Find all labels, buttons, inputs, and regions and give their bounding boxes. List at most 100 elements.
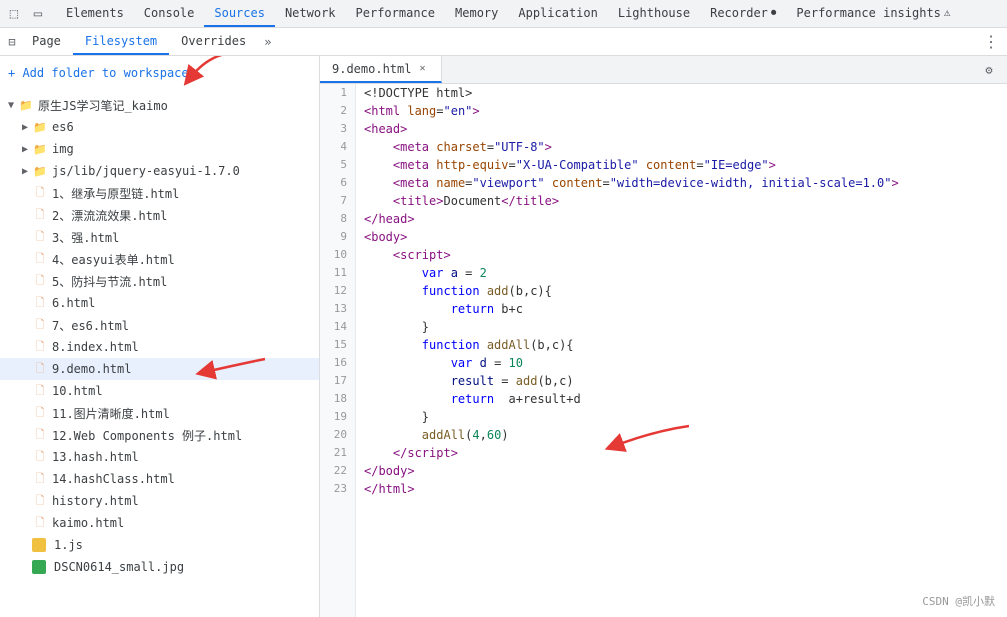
- tab-close-button[interactable]: ✕: [415, 62, 429, 76]
- ln-5: 5: [320, 156, 355, 174]
- ln-13: 13: [320, 300, 355, 318]
- ln-15: 15: [320, 336, 355, 354]
- arrow-annotation-3: [594, 421, 694, 461]
- img-folder-name: img: [52, 142, 74, 156]
- file-5-name: 5、防抖与节流.html: [52, 273, 167, 290]
- nav-console[interactable]: Console: [134, 0, 205, 27]
- file-1[interactable]: ▶ 🗋 1、继承与原型链.html: [0, 182, 319, 204]
- code-line-1: <!DOCTYPE html>: [364, 84, 1007, 102]
- inspect-icon[interactable]: ⬚: [4, 4, 24, 24]
- nav-recorder[interactable]: Recorder ⏺: [700, 0, 786, 27]
- tab-filesystem[interactable]: Filesystem: [73, 28, 169, 55]
- code-line-13: return b+c: [364, 300, 1007, 318]
- folder-img[interactable]: ▶ 📁 img: [0, 138, 319, 160]
- html-icon-6: 🗋: [32, 295, 48, 311]
- file-9[interactable]: ▶ 🗋 9.demo.html: [0, 358, 319, 380]
- code-line-14: }: [364, 318, 1007, 336]
- file-kaimo-name: kaimo.html: [52, 516, 124, 530]
- html-icon-2: 🗋: [32, 207, 48, 223]
- file-js[interactable]: ▶ 1.js: [0, 534, 319, 556]
- html-icon-14: 🗋: [32, 471, 48, 487]
- nav-performance-insights[interactable]: Performance insights ⚠: [786, 0, 960, 27]
- editor-settings-icon[interactable]: ⚙: [979, 60, 999, 80]
- watermark: CSDN @凯小默: [922, 593, 995, 609]
- file-11[interactable]: ▶ 🗋 11.图片清晰度.html: [0, 402, 319, 424]
- file-7[interactable]: ▶ 🗋 7、es6.html: [0, 314, 319, 336]
- file-6[interactable]: ▶ 🗋 6.html: [0, 292, 319, 314]
- nav-sources[interactable]: Sources: [204, 0, 275, 27]
- editor-tabs: 9.demo.html ✕ ⚙: [320, 56, 1007, 84]
- ln-11: 11: [320, 264, 355, 282]
- file-img[interactable]: ▶ DSCN0614_small.jpg: [0, 556, 319, 578]
- insights-icon: ⚠: [944, 6, 951, 19]
- html-icon-8: 🗋: [32, 339, 48, 355]
- file-14[interactable]: ▶ 🗋 14.hashClass.html: [0, 468, 319, 490]
- file-2-name: 2、漂流流效果.html: [52, 207, 167, 224]
- ln-23: 23: [320, 480, 355, 498]
- html-icon-3: 🗋: [32, 229, 48, 245]
- html-icon-1: 🗋: [32, 185, 48, 201]
- top-icons: ⬚ ▭: [4, 4, 48, 24]
- folder-jquery[interactable]: ▶ 📁 js/lib/jquery-easyui-1.7.0: [0, 160, 319, 182]
- root-folder[interactable]: ▼ 📁 原生JS学习笔记_kaimo: [0, 94, 319, 116]
- more-tabs-button[interactable]: »: [258, 28, 277, 55]
- nav-memory[interactable]: Memory: [445, 0, 508, 27]
- collapse-icon[interactable]: ⊟: [4, 34, 20, 50]
- code-editor[interactable]: 1 2 3 4 5 6 7 8 9 10 11 12 13 14 15 16 1…: [320, 84, 1007, 617]
- file-4[interactable]: ▶ 🗋 4、easyui表单.html: [0, 248, 319, 270]
- file-10-name: 10.html: [52, 384, 103, 398]
- file-13[interactable]: ▶ 🗋 13.hash.html: [0, 446, 319, 468]
- nav-network[interactable]: Network: [275, 0, 346, 27]
- code-line-15: function addAll(b,c){: [364, 336, 1007, 354]
- code-line-16: var d = 10: [364, 354, 1007, 372]
- file-13-name: 13.hash.html: [52, 450, 139, 464]
- tab-overrides[interactable]: Overrides: [169, 28, 258, 55]
- code-line-3: <head>: [364, 120, 1007, 138]
- ln-8: 8: [320, 210, 355, 228]
- device-icon[interactable]: ▭: [28, 4, 48, 24]
- arrow-annotation-1: [180, 56, 240, 88]
- folder-es6[interactable]: ▶ 📁 es6: [0, 116, 319, 138]
- right-panel: 9.demo.html ✕ ⚙ 1 2 3 4 5 6 7 8 9 10 11: [320, 56, 1007, 617]
- more-options-button[interactable]: ⋮: [979, 30, 1003, 54]
- file-kaimo[interactable]: ▶ 🗋 kaimo.html: [0, 512, 319, 534]
- nav-elements[interactable]: Elements: [56, 0, 134, 27]
- ln-6: 6: [320, 174, 355, 192]
- editor-tab-label: 9.demo.html: [332, 62, 411, 76]
- code-line-10: <script>: [364, 246, 1007, 264]
- file-2[interactable]: ▶ 🗋 2、漂流流效果.html: [0, 204, 319, 226]
- ln-9: 9: [320, 228, 355, 246]
- file-5[interactable]: ▶ 🗋 5、防抖与节流.html: [0, 270, 319, 292]
- file-4-name: 4、easyui表单.html: [52, 251, 175, 268]
- ln-14: 14: [320, 318, 355, 336]
- code-line-6: <meta name="viewport" content="width=dev…: [364, 174, 1007, 192]
- code-line-7: <title>Document</title>: [364, 192, 1007, 210]
- code-line-11: var a = 2: [364, 264, 1007, 282]
- code-line-12: function add(b,c){: [364, 282, 1007, 300]
- file-14-name: 14.hashClass.html: [52, 472, 175, 486]
- code-content: <!DOCTYPE html> <html lang="en"> <head> …: [356, 84, 1007, 617]
- file-10[interactable]: ▶ 🗋 10.html: [0, 380, 319, 402]
- file-12[interactable]: ▶ 🗋 12.Web Components 例子.html: [0, 424, 319, 446]
- line-numbers: 1 2 3 4 5 6 7 8 9 10 11 12 13 14 15 16 1…: [320, 84, 356, 617]
- ln-7: 7: [320, 192, 355, 210]
- top-nav-bar: ⬚ ▭ Elements Console Sources Network Per…: [0, 0, 1007, 28]
- file-3[interactable]: ▶ 🗋 3、强.html: [0, 226, 319, 248]
- file-history[interactable]: ▶ 🗋 history.html: [0, 490, 319, 512]
- html-icon-9: 🗋: [32, 361, 48, 377]
- ln-17: 17: [320, 372, 355, 390]
- ln-1: 1: [320, 84, 355, 102]
- second-tab-bar: ⊟ Page Filesystem Overrides » ⋮: [0, 28, 1007, 56]
- editor-tab-demo[interactable]: 9.demo.html ✕: [320, 56, 442, 83]
- file-img-name: DSCN0614_small.jpg: [54, 560, 184, 574]
- js-file-icon: [32, 538, 46, 552]
- nav-application[interactable]: Application: [508, 0, 607, 27]
- tab-page[interactable]: Page: [20, 28, 73, 55]
- jquery-folder-icon: 📁: [32, 163, 48, 179]
- add-folder-button[interactable]: + Add folder to workspace: [0, 62, 319, 88]
- file-8[interactable]: ▶ 🗋 8.index.html: [0, 336, 319, 358]
- nav-lighthouse[interactable]: Lighthouse: [608, 0, 700, 27]
- nav-performance[interactable]: Performance: [346, 0, 445, 27]
- ln-2: 2: [320, 102, 355, 120]
- code-line-2: <html lang="en">: [364, 102, 1007, 120]
